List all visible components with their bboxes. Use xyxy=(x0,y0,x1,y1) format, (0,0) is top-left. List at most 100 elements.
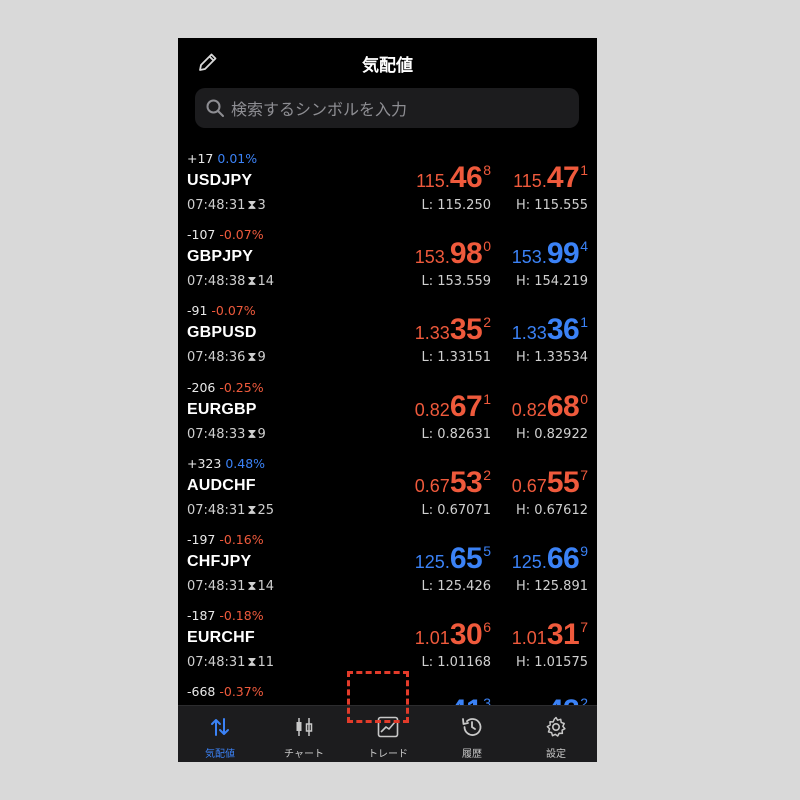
tab-label: 気配値 xyxy=(205,749,235,760)
quote-row[interactable]: -187 -0.18% EURCHF 07:48:31 ⧗11 1.01306 1.… xyxy=(178,605,597,681)
quote-time: 07:48:31 xyxy=(187,655,246,671)
spread-icon: ⧗ xyxy=(247,426,257,442)
change-percent: -0.25% xyxy=(219,379,264,395)
change-percent: -0.37% xyxy=(219,684,264,700)
tab-label: チャート xyxy=(284,749,324,760)
change-percent: 0.48% xyxy=(225,455,266,471)
low-price: L: 0.67071 xyxy=(421,502,491,518)
quote-row[interactable]: -197 -0.16% CHFJPY 07:48:31 ⧗14 125.655 12… xyxy=(178,529,597,605)
spread-icon: ⧗ xyxy=(247,274,257,290)
quote-row[interactable]: +323 0.48% AUDCHF 07:48:31 ⧗25 0.67532 0.6… xyxy=(178,453,597,529)
low-price: L: 115.250 xyxy=(421,198,491,213)
ask-price[interactable]: 0.82680 xyxy=(512,390,588,424)
symbol-name: EURGBP xyxy=(187,400,257,418)
ask-pips: 47 xyxy=(546,161,580,194)
change-percent: -0.07% xyxy=(219,227,264,243)
bid-prefix: 0.82 xyxy=(414,399,450,420)
ask-price[interactable]: 0.67557 xyxy=(512,466,588,500)
spread-icon: ⧗ xyxy=(247,579,257,594)
tab-quotes[interactable]: 気配値 xyxy=(178,706,262,762)
ask-fraction: 4 xyxy=(580,238,588,255)
time-spread: 07:48:31 ⧗14 xyxy=(187,579,274,594)
ask-price[interactable]: 125.669 xyxy=(512,542,588,576)
ask-fraction: 0 xyxy=(580,390,588,407)
ask-pips: 66 xyxy=(546,542,580,575)
high-price: H: 154.219 xyxy=(515,274,588,290)
ask-price[interactable]: 1.33361 xyxy=(512,313,588,347)
ask-prefix: 0.82 xyxy=(511,399,547,420)
bid-price[interactable]: 115.468 xyxy=(416,161,491,195)
bid-prefix: 115. xyxy=(416,171,450,191)
ask-price[interactable]: 1.01317 xyxy=(512,618,588,652)
change-points: -91 xyxy=(187,303,208,319)
tab-label: 設定 xyxy=(546,749,566,760)
change-points: -668 xyxy=(187,684,216,700)
bid-price[interactable]: 1.01306 xyxy=(415,618,491,652)
bid-pips: 46 xyxy=(449,161,483,194)
bid-fraction: 1 xyxy=(483,390,491,407)
ask-fraction: 9 xyxy=(580,543,588,559)
low-price: L: 1.01168 xyxy=(421,655,491,671)
ask-pips: 55 xyxy=(546,465,580,499)
change-points: +17 xyxy=(187,151,214,166)
change-line: -206 -0.25% xyxy=(187,380,264,395)
spread-value: 9 xyxy=(257,350,266,366)
spread-value: 9 xyxy=(257,426,266,442)
low-price: L: 0.82631 xyxy=(421,426,491,442)
tab-bar: 気配値 チャート トレード 履歴 設定 xyxy=(178,705,597,762)
quote-time: 07:48:31 xyxy=(187,579,246,594)
ask-price[interactable]: 115.471 xyxy=(513,161,588,195)
quote-list[interactable]: +17 0.01% USDJPY 07:48:31 ⧗3 115.468 115.4… xyxy=(178,148,597,708)
tab-history[interactable]: 履歴 xyxy=(430,706,514,762)
quote-time: 07:48:31 xyxy=(187,502,246,518)
symbol-name: GBPUSD xyxy=(187,324,257,342)
bid-pips: 53 xyxy=(449,465,483,499)
quote-row[interactable]: +17 0.01% USDJPY 07:48:31 ⧗3 115.468 115.4… xyxy=(178,148,597,224)
low-price: L: 1.33151 xyxy=(421,350,491,366)
time-spread: 07:48:38 ⧗14 xyxy=(187,274,274,289)
ask-prefix: 115. xyxy=(513,171,547,191)
spread-icon: ⧗ xyxy=(247,655,257,671)
bid-price[interactable]: 0.82671 xyxy=(415,390,491,424)
quote-row[interactable]: -668-0.37% 413 422 xyxy=(178,681,597,708)
search-bar[interactable] xyxy=(195,88,579,130)
tab-chart[interactable]: チャート xyxy=(262,706,346,762)
high-price: H: 0.67612 xyxy=(515,502,588,518)
history-clock-icon xyxy=(462,718,482,736)
bid-fraction: 0 xyxy=(483,238,491,255)
bid-prefix: 153. xyxy=(414,247,450,268)
quote-row[interactable]: -91 -0.07% GBPUSD 07:48:36 ⧗9 1.33352 1.33… xyxy=(178,300,597,376)
bid-pips: 67 xyxy=(449,389,483,423)
time-spread: 07:48:36 ⧗9 xyxy=(187,350,266,365)
change-line: -107 -0.07% xyxy=(187,227,264,242)
change-line: -187 -0.18% xyxy=(187,608,264,623)
tab-label: トレード xyxy=(368,749,408,760)
quote-row[interactable]: -107 -0.07% GBPJPY 07:48:38 ⧗14 153.980 15… xyxy=(178,224,597,300)
change-line: +17 0.01% xyxy=(187,151,257,166)
ask-price[interactable]: 153.994 xyxy=(512,237,588,271)
change-points: +323 xyxy=(187,455,222,471)
tab-settings[interactable]: 設定 xyxy=(514,706,597,762)
spread-value: 14 xyxy=(257,579,275,594)
top-bar: 気配値 xyxy=(178,38,597,86)
bid-price[interactable]: 125.655 xyxy=(415,542,491,576)
bid-fraction: 2 xyxy=(483,466,491,483)
ask-pips: 31 xyxy=(546,618,580,652)
bid-price[interactable]: 153.980 xyxy=(415,237,491,271)
quote-row[interactable]: -206 -0.25% EURGBP 07:48:33 ⧗9 0.82671 0.8… xyxy=(178,377,597,453)
bid-pips: 35 xyxy=(449,313,483,347)
tab-label: 履歴 xyxy=(462,749,482,760)
high-price: H: 125.891 xyxy=(515,579,588,594)
spread-value: 25 xyxy=(257,502,275,518)
change-line: +323 0.48% xyxy=(187,456,265,471)
bid-price[interactable]: 1.33352 xyxy=(415,313,491,347)
time-spread: 07:48:31 ⧗3 xyxy=(187,198,266,213)
bid-fraction: 8 xyxy=(483,162,491,178)
bid-fraction: 6 xyxy=(483,619,491,636)
symbol-name: EURCHF xyxy=(187,629,255,647)
search-input[interactable] xyxy=(229,88,573,130)
change-percent: -0.16% xyxy=(219,532,264,547)
bid-price[interactable]: 0.67532 xyxy=(415,466,491,500)
tab-trade[interactable]: トレード xyxy=(346,706,430,762)
change-points: -197 xyxy=(187,532,216,547)
